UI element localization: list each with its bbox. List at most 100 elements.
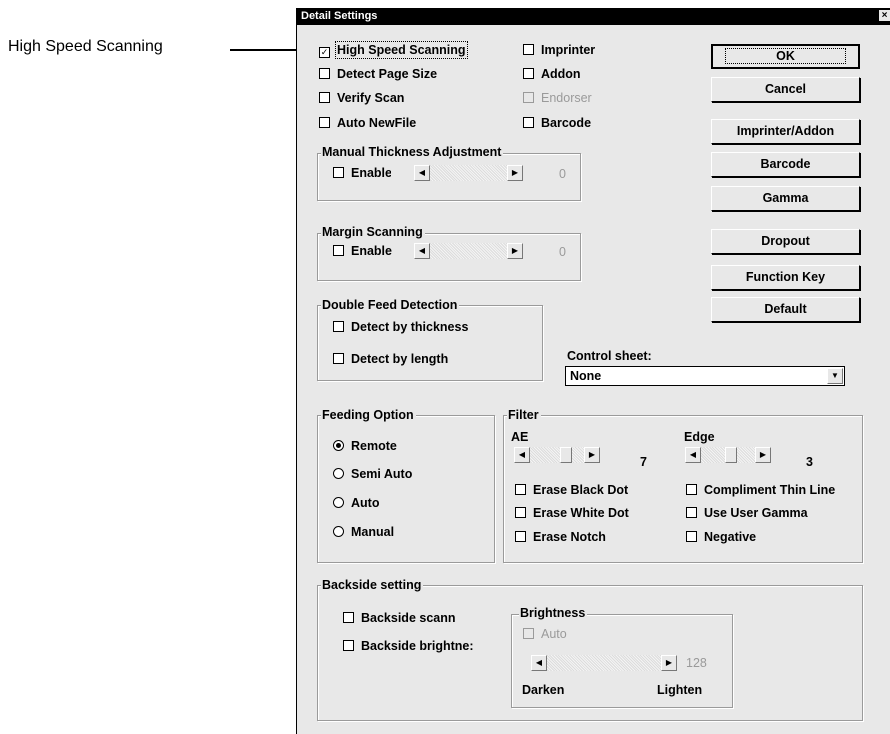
margin-scanning-enable-checkbox[interactable]: Enable [333,244,392,258]
scroll-right-icon[interactable]: ▶ [661,655,677,671]
imprinter-label: Imprinter [541,43,596,57]
manual-thickness-enable-checkbox[interactable]: Enable [333,166,391,180]
manual-thickness-value: 0 [559,167,566,181]
control-sheet-value: None [570,369,602,383]
scroll-right-icon[interactable]: ▶ [507,165,523,181]
erase-white-dot-label: Erase White Dot [533,506,629,520]
checkbox-icon [343,640,354,651]
backside-scan-label: Backside scann [361,611,456,625]
detect-by-thickness-label: Detect by thickness [351,320,469,334]
detect-page-size-checkbox[interactable]: Detect Page Size [319,67,437,81]
feeding-semi-auto-label: Semi Auto [351,467,413,481]
title-bar: Detail Settings [297,8,890,25]
detect-by-thickness-checkbox[interactable]: Detect by thickness [333,320,468,334]
erase-white-dot-checkbox[interactable]: Erase White Dot [515,506,629,520]
backside-setting-legend: Backside setting [321,578,424,592]
scroll-left-icon[interactable]: ◀ [685,447,701,463]
darken-label: Darken [522,683,565,697]
verify-scan-checkbox[interactable]: Verify Scan [319,91,404,105]
imprinter-addon-button[interactable]: Imprinter/Addon [711,119,860,144]
slider-thumb[interactable] [725,447,737,463]
margin-scanning-slider[interactable]: ◀ ▶ [414,243,523,259]
endorser-label: Endorser [541,91,592,105]
scroll-left-icon[interactable]: ◀ [414,243,430,259]
slider-thumb[interactable] [560,447,572,463]
scroll-left-icon[interactable]: ◀ [531,655,547,671]
chevron-down-icon[interactable]: ▼ [827,368,843,384]
scroll-left-icon[interactable]: ◀ [414,165,430,181]
feeding-remote-radio[interactable]: Remote [333,439,397,453]
checkbox-icon [686,484,697,495]
addon-checkbox[interactable]: Addon [523,67,581,81]
function-key-button[interactable]: Function Key [711,265,860,290]
edge-slider[interactable]: ◀ ▶ [685,447,771,463]
use-user-gamma-label: Use User Gamma [704,506,808,520]
negative-label: Negative [704,530,757,544]
radio-icon [333,497,344,508]
barcode-checkbox[interactable]: Barcode [523,116,591,130]
default-button[interactable]: Default [711,297,860,322]
checkbox-icon [523,92,534,103]
margin-scanning-enable-label: Enable [351,244,392,258]
endorser-checkbox: Endorser [523,91,592,105]
control-sheet-select[interactable]: None ▼ [565,366,845,386]
double-feed-legend: Double Feed Detection [321,298,460,312]
high-speed-scanning-label: High Speed Scanning [335,41,468,59]
checkbox-icon [523,68,534,79]
feeding-option-group [317,415,495,563]
scroll-left-icon[interactable]: ◀ [514,447,530,463]
compliment-thin-line-label: Compliment Thin Line [704,483,836,497]
checkbox-icon [686,531,697,542]
ok-button[interactable]: OK [711,44,860,69]
auto-newfile-checkbox[interactable]: Auto NewFile [319,116,416,130]
cancel-button[interactable]: Cancel [711,77,860,102]
manual-thickness-slider[interactable]: ◀ ▶ [414,165,523,181]
checkbox-icon [515,484,526,495]
brightness-auto-checkbox: Auto [523,627,567,641]
detect-by-length-checkbox[interactable]: Detect by length [333,352,448,366]
erase-black-dot-label: Erase Black Dot [533,483,629,497]
barcode-label: Barcode [541,116,592,130]
margin-scanning-legend: Margin Scanning [321,225,425,239]
checkbox-icon [686,507,697,518]
scroll-right-icon[interactable]: ▶ [584,447,600,463]
compliment-thin-line-checkbox[interactable]: Compliment Thin Line [686,483,835,497]
brightness-value: 128 [686,656,707,670]
feeding-semi-auto-radio[interactable]: Semi Auto [333,467,412,481]
barcode-button[interactable]: Barcode [711,152,860,177]
feeding-option-legend: Feeding Option [321,408,416,422]
use-user-gamma-checkbox[interactable]: Use User Gamma [686,506,808,520]
checkbox-icon [515,507,526,518]
close-icon[interactable]: × [879,10,890,21]
checkbox-icon [523,628,534,639]
scroll-right-icon[interactable]: ▶ [755,447,771,463]
gamma-button[interactable]: Gamma [711,186,860,211]
dropout-button[interactable]: Dropout [711,229,860,254]
manual-thickness-enable-label: Enable [351,166,391,180]
checkbox-icon [343,612,354,623]
checkbox-icon [333,353,344,364]
detect-page-size-label: Detect Page Size [337,67,438,81]
checkbox-icon [333,321,344,332]
detail-settings-dialog: Detail Settings × ✓ High Speed Scanning D… [296,8,890,734]
feeding-remote-label: Remote [351,439,397,453]
backside-brightness-checkbox[interactable]: Backside brightne: [343,639,515,653]
feeding-auto-radio[interactable]: Auto [333,496,379,510]
erase-black-dot-checkbox[interactable]: Erase Black Dot [515,483,628,497]
feeding-auto-label: Auto [351,496,380,510]
ae-slider[interactable]: ◀ ▶ [514,447,600,463]
imprinter-checkbox[interactable]: Imprinter [523,43,595,57]
negative-checkbox[interactable]: Negative [686,530,756,544]
scroll-right-icon[interactable]: ▶ [507,243,523,259]
backside-scan-checkbox[interactable]: Backside scann [343,611,456,625]
manual-thickness-legend: Manual Thickness Adjustment [321,145,504,159]
brightness-slider[interactable]: ◀ ▶ [531,655,677,671]
brightness-auto-label: Auto [541,627,567,641]
feeding-manual-radio[interactable]: Manual [333,525,394,539]
margin-scanning-value: 0 [559,245,566,259]
ae-label: AE [511,430,529,444]
high-speed-scanning-checkbox[interactable]: ✓ High Speed Scanning [319,41,468,59]
erase-notch-checkbox[interactable]: Erase Notch [515,530,606,544]
ae-value: 7 [640,455,647,469]
backside-brightness-label: Backside brightne: [361,639,474,653]
